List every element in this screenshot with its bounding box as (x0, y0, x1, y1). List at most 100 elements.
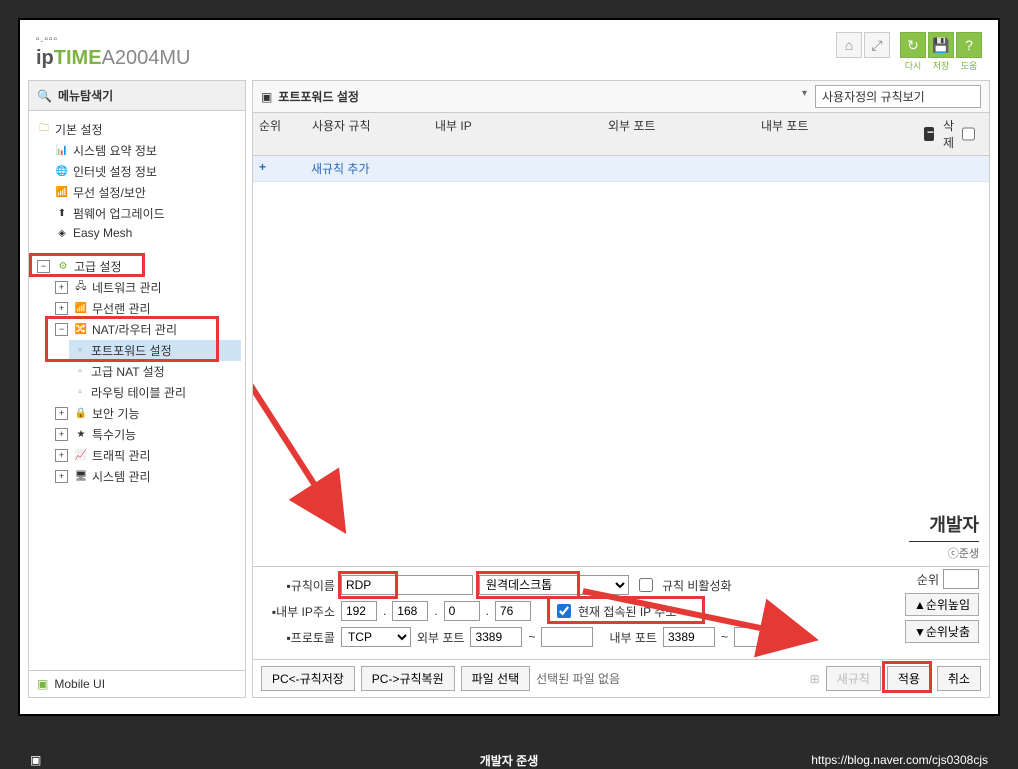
tree-firmware[interactable]: ⬆펌웨어 업그레이드 (51, 203, 241, 224)
view-dropdown[interactable]: 사용자정의 규칙보기 (815, 85, 981, 108)
ip-octet-2[interactable] (392, 601, 428, 621)
tree-routing-table[interactable]: ▫라우팅 테이블 관리 (69, 382, 241, 403)
tree-wireless[interactable]: 📶무선 설정/보안 (51, 182, 241, 203)
star-icon: ★ (74, 428, 88, 442)
window-icon: ▣ (261, 90, 272, 104)
plus-icon: + (259, 160, 266, 174)
no-file-label: 선택된 파일 없음 (536, 670, 620, 687)
protocol-label: 프로토콜 (291, 631, 335, 645)
rule-name-input[interactable] (341, 575, 473, 595)
expand-icon[interactable]: + (55, 302, 68, 315)
tree-basic[interactable]: 🗀 기본 설정 (33, 119, 241, 140)
tree-network-mgmt[interactable]: +🖧네트워크 관리 (51, 277, 241, 298)
col-rule: 사용자 규칙 (306, 113, 429, 155)
ip-octet-1[interactable] (341, 601, 377, 621)
pc-restore-rule-button[interactable]: PC->규칙복원 (361, 666, 455, 691)
tree-port-forward[interactable]: ▫포트포워드 설정 (69, 340, 241, 361)
tree-traffic[interactable]: +📈트래픽 관리 (51, 445, 241, 466)
header-icon-group: ⌂ ⤢ ↻다시 💾저장 ?도움 (836, 32, 982, 72)
new-rule-add-icon: ⊞ (810, 672, 820, 686)
tree-special[interactable]: +★특수기능 (51, 424, 241, 445)
tree-adv-nat[interactable]: ▫고급 NAT 설정 (69, 361, 241, 382)
content-header: ▣ 포트포워드 설정 사용자정의 규칙보기 (253, 81, 989, 113)
expand-icon[interactable]: ⤢ (864, 32, 890, 58)
internal-port-from[interactable] (663, 627, 715, 647)
menu-tree: 🗀 기본 설정 📊시스템 요약 정보 🌐인터넷 설정 정보 📶무선 설정/보안 … (29, 111, 245, 670)
tree-sys-summary[interactable]: 📊시스템 요약 정보 (51, 140, 241, 161)
collapse-icon[interactable]: − (55, 323, 68, 336)
bottom-button-bar: PC<-규칙저장 PC->규칙복원 파일 선택 선택된 파일 없음 ⊞ 새규칙 … (253, 659, 989, 697)
col-delete: 삭제 (918, 113, 989, 155)
disable-rule-label: 규칙 비활성화 (662, 577, 732, 594)
tree-advanced[interactable]: − ⚙ 고급 설정 (33, 256, 241, 277)
tree-system[interactable]: +🖥시스템 관리 (51, 466, 241, 487)
add-rule-row[interactable]: + 새규칙 추가 (253, 156, 989, 182)
tree-wlan-mgmt[interactable]: +📶무선랜 관리 (51, 298, 241, 319)
search-icon: 🔍 (37, 89, 52, 103)
external-port-to[interactable] (541, 627, 593, 647)
mesh-icon: ◈ (55, 226, 69, 240)
content-title: 포트포워드 설정 (278, 88, 359, 105)
help-button[interactable]: ? (956, 32, 982, 58)
tree-easymesh[interactable]: ◈Easy Mesh (51, 224, 241, 242)
network-icon: 🖧 (74, 281, 88, 295)
page-icon: ▫ (73, 386, 87, 400)
priority-down-button[interactable]: ▼순위낮춤 (905, 620, 979, 643)
expand-icon[interactable]: + (55, 449, 68, 462)
file-select-button[interactable]: 파일 선택 (461, 666, 531, 691)
save-button[interactable]: 💾 (928, 32, 954, 58)
disable-rule-checkbox[interactable] (639, 578, 653, 592)
priority-label: 순위 (917, 571, 939, 588)
expand-icon[interactable]: + (55, 470, 68, 483)
preset-select[interactable]: 원격데스크톱 (479, 575, 629, 595)
tree-internet[interactable]: 🌐인터넷 설정 정보 (51, 161, 241, 182)
developer-sub: ⓒ준생 (909, 541, 979, 561)
expand-icon[interactable]: + (55, 407, 68, 420)
logo: ▫.▫▫▫ ipTIMEA2004MU (36, 34, 191, 70)
wifi-icon: 📶 (55, 186, 69, 200)
ip-octet-3[interactable] (444, 601, 480, 621)
col-extport: 외부 포트 (602, 113, 755, 155)
internal-port-label: 내부 포트 (609, 629, 657, 646)
sidebar-footer[interactable]: ▣ Mobile UI (29, 670, 245, 697)
router-icon: 🔀 (74, 323, 88, 337)
system-icon: 🖥 (74, 470, 88, 484)
update-icon: ⬆ (55, 207, 69, 221)
pc-save-rule-button[interactable]: PC<-규칙저장 (261, 666, 355, 691)
expand-icon[interactable]: + (55, 428, 68, 441)
footer-center: 개발자 준생 (480, 752, 539, 769)
developer-label: 개발자 (909, 511, 979, 537)
priority-input[interactable] (943, 569, 979, 589)
mobile-icon: ▣ (37, 677, 48, 691)
cancel-button[interactable]: 취소 (937, 666, 981, 691)
footer-right: https://blog.naver.com/cjs0308cjs (811, 753, 988, 767)
tree-nat-router[interactable]: −🔀NAT/라우터 관리 (51, 319, 241, 340)
footer-left-icon: ▣ (30, 753, 41, 767)
page-footer: ▣ 개발자 준생 https://blog.naver.com/cjs0308c… (0, 751, 1018, 769)
rule-name-label: 규칙이름 (291, 579, 335, 593)
wifi-icon: 📶 (74, 302, 88, 316)
home-icon[interactable]: ⌂ (836, 32, 862, 58)
protocol-select[interactable]: TCP (341, 627, 411, 647)
expand-icon[interactable]: + (55, 281, 68, 294)
internal-ip-label: 내부 IP주소 (276, 605, 335, 619)
delete-all-checkbox[interactable] (962, 127, 975, 141)
gear-icon: ⚙ (56, 260, 70, 274)
external-port-label: 외부 포트 (417, 629, 465, 646)
external-port-from[interactable] (470, 627, 522, 647)
internal-port-to[interactable] (734, 627, 786, 647)
tree-security[interactable]: +🔒보안 기능 (51, 403, 241, 424)
folder-icon: 🗀 (37, 123, 51, 137)
sidebar: 🔍 메뉴탐색기 🗀 기본 설정 📊시스템 요약 정보 🌐인터넷 설정 정보 📶무… (28, 80, 246, 698)
traffic-icon: 📈 (74, 449, 88, 463)
logo-text: ipTIMEA2004MU (36, 47, 191, 70)
apply-button[interactable]: 적용 (887, 666, 931, 691)
current-ip-checkbox[interactable] (557, 604, 571, 618)
collapse-icon[interactable]: − (37, 260, 50, 273)
new-rule-button[interactable]: 새규칙 (826, 666, 881, 691)
chart-icon: 📊 (55, 144, 69, 158)
ip-octet-4[interactable] (495, 601, 531, 621)
priority-up-button[interactable]: ▲순위높임 (905, 593, 979, 616)
col-ip: 내부 IP (429, 113, 602, 155)
refresh-button[interactable]: ↻ (900, 32, 926, 58)
